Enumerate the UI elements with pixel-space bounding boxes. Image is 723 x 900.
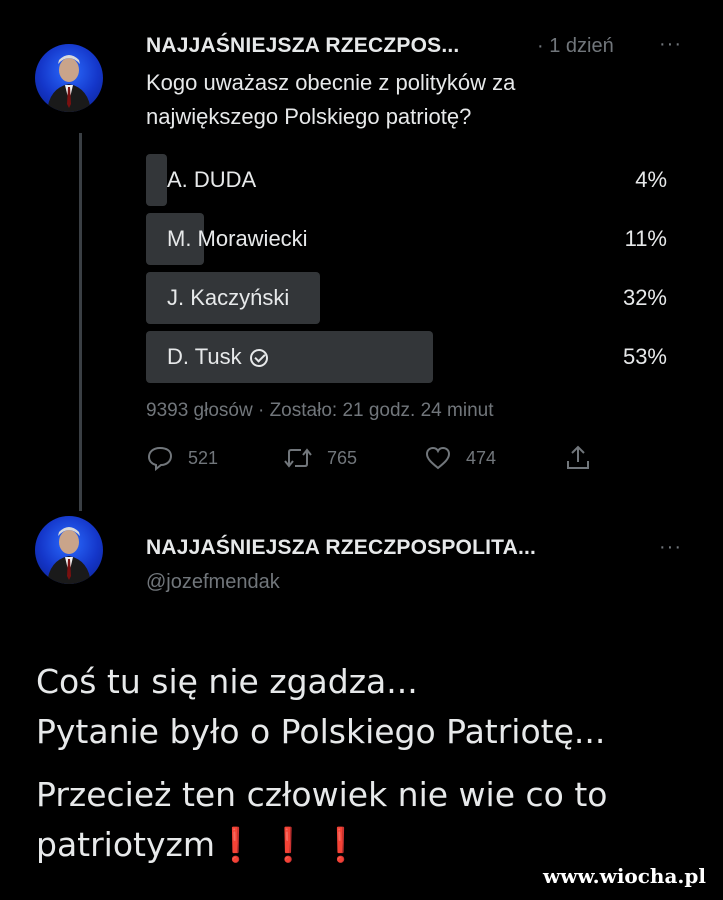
more-options-icon[interactable]: ··· — [659, 536, 682, 559]
watermark: www.wiocha.pl — [543, 864, 706, 888]
poll-option-percent: 32% — [622, 285, 667, 310]
retweet-button[interactable]: 765 — [283, 444, 357, 472]
verified-check-icon — [249, 349, 268, 367]
tweet-body-line: Pytanie było o Polskiego Patriotę... — [36, 712, 606, 751]
retweet-count: 765 — [327, 447, 358, 468]
tweet-body-line: Przecież ten człowiek nie wie co to — [36, 775, 608, 814]
poll-option: J. Kaczyński 32% — [146, 272, 667, 324]
reply-button[interactable]: 521 — [146, 444, 218, 472]
author-handle[interactable]: @jozefmendak — [146, 571, 280, 594]
more-options-icon[interactable]: ··· — [659, 33, 682, 56]
poll-option: M. Morawiecki 11% — [146, 213, 667, 265]
avatar[interactable] — [35, 516, 103, 584]
tweet-time[interactable]: · 1 dzień — [537, 35, 614, 58]
reply-count: 521 — [188, 447, 219, 468]
poll-option-label: D. Tusk — [167, 344, 242, 369]
poll-option-label-wrap: D. Tusk — [167, 331, 268, 383]
thread-line — [79, 133, 82, 511]
exclamation-emoji: ❗ ❗ ❗ — [214, 825, 362, 864]
tweet-body-text: patriotyzm — [36, 825, 215, 864]
tweet-text-line: największego Polskiego patriotę? — [146, 104, 472, 129]
tweet-text-line: Kogo uważasz obecnie z polityków za — [146, 70, 516, 95]
avatar[interactable] — [35, 44, 103, 112]
reply-icon — [147, 446, 173, 471]
poll-option-label: J. Kaczyński — [167, 285, 290, 310]
share-icon — [567, 445, 589, 469]
tweet-body-line: Coś tu się nie zgadza... — [36, 662, 418, 701]
poll-info: 9393 głosów · Zostało: 21 godz. 24 minut — [146, 400, 494, 421]
author-name[interactable]: NAJJAŚNIEJSZA RZECZPOS... — [146, 34, 459, 58]
author-name[interactable]: NAJJAŚNIEJSZA RZECZPOSPOLITA... — [146, 536, 536, 560]
poll-option-percent: 4% — [635, 167, 667, 192]
like-count: 474 — [466, 447, 497, 468]
poll-option-label: A. DUDA — [167, 167, 257, 192]
like-icon — [425, 446, 451, 470]
like-button[interactable]: 474 — [424, 444, 496, 472]
tweet-body-line-last: patriotyzm❗ ❗ ❗ — [36, 821, 361, 869]
poll-option-percent: 11% — [624, 226, 667, 251]
poll-option-percent: 53% — [622, 344, 667, 369]
retweet-icon — [284, 448, 312, 468]
share-button[interactable] — [565, 444, 591, 472]
poll-bar — [146, 154, 167, 206]
poll-option-winner: D. Tusk 53% — [146, 331, 667, 383]
poll-option-label: M. Morawiecki — [167, 226, 308, 251]
poll-option: A. DUDA 4% — [146, 154, 667, 206]
